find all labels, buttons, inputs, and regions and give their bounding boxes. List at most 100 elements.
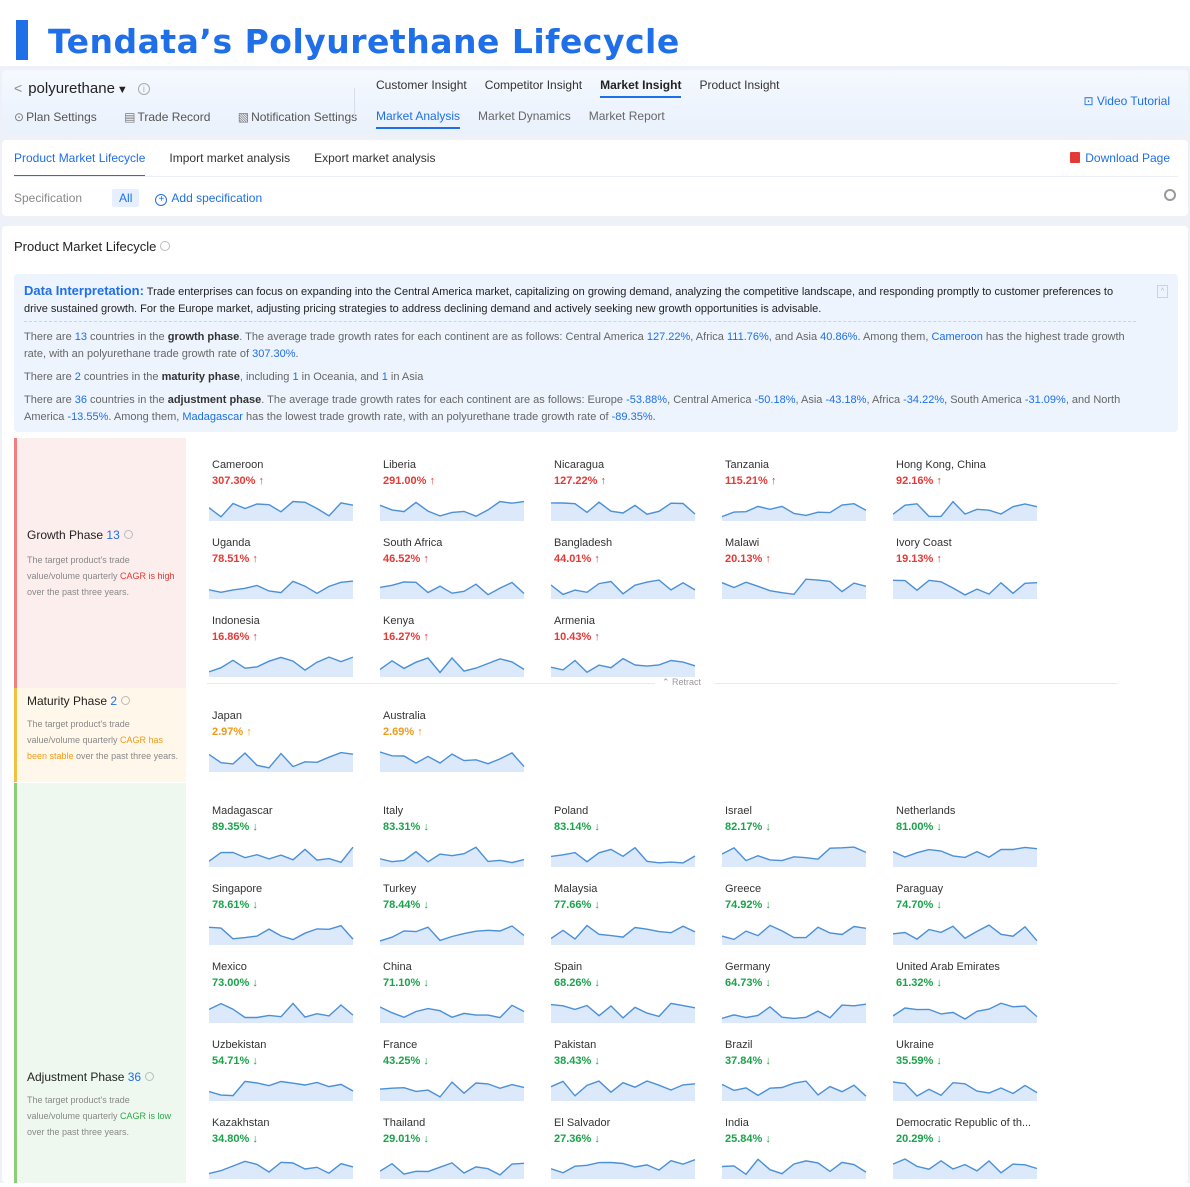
country-name: Japan (212, 710, 242, 722)
country-card[interactable]: Australia 2.69% ↑ (380, 710, 530, 780)
phase-title: Growth Phase 13 (27, 528, 133, 542)
country-card[interactable]: Uzbekistan 54.71% ↓ (209, 1039, 359, 1109)
country-card[interactable]: Pakistan 38.43% ↓ (551, 1039, 701, 1109)
country-card[interactable]: Brazil 37.84% ↓ (722, 1039, 872, 1109)
country-card[interactable]: China 71.10% ↓ (380, 961, 530, 1031)
country-card[interactable]: Cameroon 307.30% ↑ (209, 459, 359, 529)
subtab-market-analysis[interactable]: Market Analysis (376, 109, 461, 129)
info-icon[interactable] (145, 1072, 155, 1081)
country-name: France (383, 1039, 418, 1051)
country-card[interactable]: United Arab Emirates 61.32% ↓ (893, 961, 1043, 1031)
country-card[interactable]: Uganda 78.51% ↑ (209, 537, 359, 607)
notification-settings-button[interactable]: ▧ Notification Settings (238, 110, 369, 124)
country-card[interactable]: Paraguay 74.70% ↓ (893, 883, 1043, 953)
country-card[interactable]: Italy 83.31% ↓ (380, 805, 530, 875)
country-card[interactable]: Israel 82.17% ↓ (722, 805, 872, 875)
trade-record-button[interactable]: ▤ Trade Record (124, 110, 222, 124)
collapse-icon[interactable]: ^ (1157, 285, 1168, 298)
country-card[interactable]: Tanzania 115.21% ↑ (722, 459, 872, 529)
info-icon[interactable] (121, 696, 131, 705)
country-card[interactable]: Indonesia 16.86% ↑ (209, 615, 359, 685)
growth-rate: 19.13% ↑ (896, 553, 942, 565)
tab-product-market-lifecycle[interactable]: Product Market Lifecycle (14, 151, 146, 177)
growth-rate: 2.69% ↑ (383, 726, 423, 738)
plan-settings-label: Plan Settings (26, 110, 97, 124)
tab-competitor-insight[interactable]: Competitor Insight (485, 78, 582, 92)
add-specification-button[interactable]: + Add specification (155, 191, 262, 206)
bottom-country-link[interactable]: Madagascar (182, 411, 243, 423)
spec-all-chip[interactable]: All (112, 189, 140, 207)
country-card[interactable]: Malawi 20.13% ↑ (722, 537, 872, 607)
country-card[interactable]: Madagascar 89.35% ↓ (209, 805, 359, 875)
country-card[interactable]: Netherlands 81.00% ↓ (893, 805, 1043, 875)
tab-export-market-analysis[interactable]: Export market analysis (314, 151, 435, 165)
trend-sparkline (722, 1158, 867, 1179)
country-card[interactable]: El Salvador 27.36% ↓ (551, 1117, 701, 1187)
country-card[interactable]: Armenia 10.43% ↑ (551, 615, 701, 685)
country-card[interactable]: South Africa 46.52% ↑ (380, 537, 530, 607)
plan-settings-button[interactable]: ⊙ Plan Settings (14, 110, 109, 124)
sparkline-area (380, 1162, 524, 1179)
country-card[interactable]: Thailand 29.01% ↓ (380, 1117, 530, 1187)
growth-rate: 43.25% ↓ (383, 1055, 429, 1067)
tab-customer-insight[interactable]: Customer Insight (376, 78, 467, 92)
subtab-market-report[interactable]: Market Report (589, 109, 665, 123)
subtab-market-dynamics[interactable]: Market Dynamics (478, 109, 571, 123)
rate-value: -89.35% (611, 411, 653, 423)
top-country-link[interactable]: Cameroon (931, 331, 982, 343)
info-icon[interactable]: i (137, 83, 150, 95)
country-card[interactable]: Kazakhstan 34.80% ↓ (209, 1117, 359, 1187)
growth-rate: 82.17% ↓ (725, 821, 771, 833)
country-card[interactable]: Ukraine 35.59% ↓ (893, 1039, 1043, 1109)
tab-product-insight[interactable]: Product Insight (699, 78, 779, 92)
divider (354, 88, 355, 118)
back-chevron-icon[interactable]: < (14, 80, 22, 96)
sparkline-area (551, 1081, 695, 1101)
country-card[interactable]: Kenya 16.27% ↑ (380, 615, 530, 685)
country-card[interactable]: France 43.25% ↓ (380, 1039, 530, 1109)
country-name: South Africa (383, 537, 443, 549)
country-name: Tanzania (725, 459, 770, 471)
country-card[interactable]: Malaysia 77.66% ↓ (551, 883, 701, 953)
trend-sparkline (722, 846, 867, 867)
country-card[interactable]: Greece 74.92% ↓ (722, 883, 872, 953)
gear-icon[interactable] (1164, 189, 1176, 201)
country-card[interactable]: Germany 64.73% ↓ (722, 961, 872, 1031)
info-icon[interactable] (123, 530, 133, 539)
country-card[interactable]: Poland 83.14% ↓ (551, 805, 701, 875)
retract-button[interactable]: ⌃ Retract (207, 677, 1117, 689)
tab-market-insight[interactable]: Market Insight (600, 78, 682, 98)
country-card[interactable]: Turkey 78.44% ↓ (380, 883, 530, 953)
country-card[interactable]: Hong Kong, China 92.16% ↑ (893, 459, 1043, 529)
country-card[interactable]: Spain 68.26% ↓ (551, 961, 701, 1031)
product-name: polyurethane (28, 80, 115, 97)
country-card[interactable]: Bangladesh 44.01% ↑ (551, 537, 701, 607)
sparkline-line (380, 1004, 525, 1019)
download-page-button[interactable]: Download Page (1070, 151, 1170, 165)
notification-settings-label: Notification Settings (251, 110, 358, 124)
sparkline-area (551, 1159, 695, 1179)
info-icon[interactable] (160, 241, 171, 251)
retract-label[interactable]: ⌃ Retract (662, 677, 701, 688)
country-card[interactable]: Nicaragua 127.22% ↑ (551, 459, 701, 529)
country-card[interactable]: Singapore 78.61% ↓ (209, 883, 359, 953)
country-card[interactable]: Japan 2.97% ↑ (209, 710, 359, 780)
trend-sparkline (380, 1004, 525, 1023)
country-name: Uzbekistan (212, 1039, 267, 1051)
country-name: Malawi (725, 537, 760, 549)
rate-value: -43.18% (825, 394, 867, 406)
product-selector[interactable]: < polyurethane ▼ i (14, 80, 150, 97)
sparkline-area (551, 580, 695, 599)
country-name: Germany (725, 961, 771, 973)
country-card[interactable]: Mexico 73.00% ↓ (209, 961, 359, 1031)
tab-import-market-analysis[interactable]: Import market analysis (169, 151, 290, 165)
video-tutorial-link[interactable]: ⊡ Video Tutorial (1083, 94, 1170, 108)
video-icon: ⊡ (1083, 94, 1097, 108)
country-card[interactable]: Ivory Coast 19.13% ↑ (893, 537, 1043, 607)
country-card[interactable]: India 25.84% ↓ (722, 1117, 872, 1187)
country-card[interactable]: Liberia 291.00% ↑ (380, 459, 530, 529)
sparkline-area (380, 1082, 524, 1101)
dropdown-caret-icon[interactable]: ▼ (117, 84, 128, 96)
country-name: Democratic Republic of th... (896, 1117, 1032, 1129)
country-card[interactable]: Democratic Republic of th... 20.29% ↓ (893, 1117, 1043, 1187)
